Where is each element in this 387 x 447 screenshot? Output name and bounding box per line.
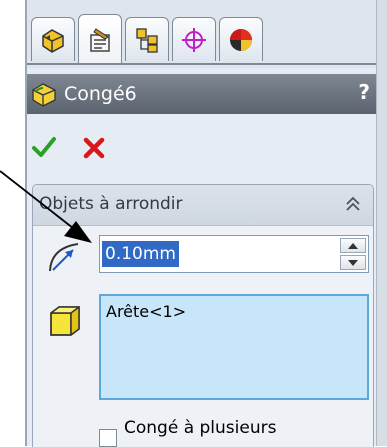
multi-radius-checkbox[interactable] — [99, 429, 117, 447]
red-x-icon[interactable] — [81, 135, 107, 161]
group-header[interactable]: Objets à arrondir — [33, 185, 373, 226]
green-check-icon[interactable] — [31, 134, 57, 160]
radius-spin-buttons — [340, 238, 366, 270]
multi-radius-label: Congé à plusieurs — [124, 418, 277, 438]
tabbar-divider — [27, 63, 378, 65]
yellow-cube-icon — [50, 306, 80, 336]
display-manager-tab[interactable] — [219, 17, 263, 61]
radius-spinbox[interactable]: 0.10mm — [99, 235, 369, 273]
feature-title-bar: Congé6 ? — [27, 74, 378, 114]
feature-tree-icon — [42, 28, 64, 53]
triangle-up-icon — [348, 242, 358, 249]
manager-tabbar — [27, 0, 378, 68]
help-icon[interactable]: ? — [358, 80, 370, 104]
spin-down-button[interactable] — [340, 255, 366, 270]
triangle-down-icon — [348, 259, 358, 266]
feature-title: Congé6 — [64, 83, 137, 105]
edges-selection-list[interactable]: Arête<1> — [99, 294, 369, 400]
property-manager-panel: Congé6 ? Objets à arrondir 0.10mm Arête<… — [25, 0, 378, 447]
fillet-feature-icon — [32, 83, 56, 107]
radius-value[interactable]: 0.10mm — [102, 241, 179, 267]
dimxpert-tab[interactable] — [172, 17, 216, 61]
group-title: Objets à arrondir — [39, 194, 183, 214]
property-manager-icon — [90, 27, 110, 52]
list-item[interactable]: Arête<1> — [106, 302, 186, 321]
configurationmanager-tab[interactable] — [125, 17, 169, 61]
graphics-area-edge — [376, 0, 387, 446]
spin-up-button[interactable] — [340, 238, 366, 253]
propertymanager-tab[interactable] — [78, 14, 122, 64]
configuration-icon — [136, 27, 158, 53]
items-to-fillet-group: Objets à arrondir 0.10mm Arête<1> Congé … — [32, 184, 374, 447]
display-manager-icon — [230, 28, 252, 51]
featuremanager-tab[interactable] — [31, 17, 75, 61]
radius-icon — [49, 243, 79, 272]
dimxpert-crosshair-icon — [182, 27, 206, 52]
double-chevron-up-icon[interactable] — [345, 195, 361, 213]
